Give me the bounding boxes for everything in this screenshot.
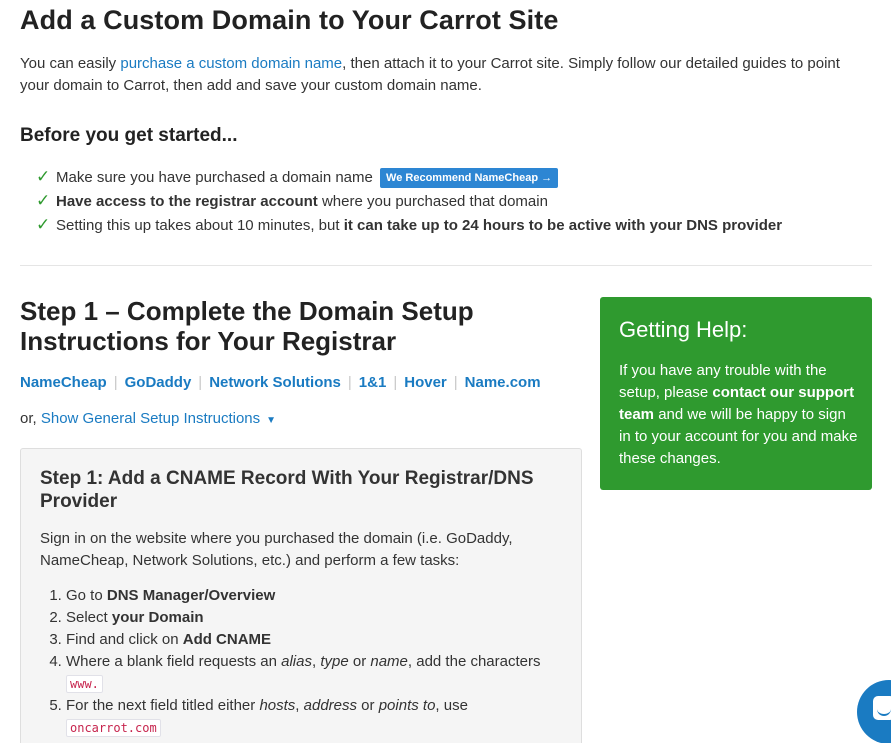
help-title: Getting Help:: [619, 317, 748, 342]
step-text-bold: Add CNAME: [182, 631, 272, 648]
chat-bubble-icon: [873, 696, 891, 720]
step-text: or: [357, 697, 379, 714]
code-oncarrot: oncarrot.com: [66, 719, 161, 737]
checklist-item: ✓ Make sure you have purchased a domain n…: [36, 165, 782, 189]
step1-title: Step 1 – Complete the Domain Setup Instr…: [20, 296, 474, 356]
intro-paragraph: You can easily purchase a custom domain …: [20, 53, 860, 97]
registrar-link-godaddy[interactable]: GoDaddy: [125, 374, 192, 391]
list-item: For the next field titled either hosts , …: [66, 695, 566, 739]
chat-launcher-button[interactable]: [857, 680, 891, 743]
step-text: For the next field titled either: [66, 697, 260, 714]
checklist-text: where you purchased that domain: [317, 193, 548, 210]
list-item: Where a blank field requests an alias, t…: [66, 651, 566, 695]
step-text-italic: name: [370, 653, 408, 670]
step-text-italic: points to: [378, 697, 436, 714]
step-text: ,: [295, 697, 304, 714]
check-icon: ✓: [36, 215, 51, 234]
step-text-bold: DNS Manager/Overview: [106, 587, 276, 604]
purchase-domain-link[interactable]: purchase a custom domain name: [120, 55, 342, 72]
list-item: Go to DNS Manager/Overview: [66, 585, 566, 607]
step-text-bold: your Domain: [111, 609, 204, 626]
step-text: or: [348, 653, 371, 670]
intro-text-pre: You can easily: [20, 55, 121, 72]
separator: |: [198, 374, 203, 391]
general-instructions-row: or, Show General Setup Instructions ▼: [20, 410, 276, 427]
card-title: Step 1: Add a CNAME Record With Your Reg…: [40, 468, 534, 512]
checklist-item: ✓ Have access to the registrar account wh…: [36, 189, 782, 213]
page: Add a Custom Domain to Your Carrot Site …: [0, 0, 891, 743]
recommend-namecheap-button[interactable]: We Recommend NameCheap →: [380, 168, 559, 188]
step-text: , add the characters: [407, 653, 541, 670]
registrar-link-namecom[interactable]: Name.com: [465, 374, 541, 391]
list-item: Find and click on Add CNAME: [66, 629, 566, 651]
chat-smile-icon: [877, 708, 891, 716]
show-general-instructions-link[interactable]: Show General Setup Instructions: [41, 410, 260, 427]
check-icon: ✓: [36, 167, 51, 186]
checklist-text-bold: it can take up to 24 hours to be active …: [343, 217, 783, 234]
registrar-links: NameCheap | GoDaddy | Network Solutions | 1&1 |…: [20, 374, 541, 391]
step-text: Go to: [66, 587, 107, 604]
code-www: www.: [66, 675, 103, 693]
step-text: Where a blank field requests an: [66, 653, 282, 670]
registrar-link-namecheap[interactable]: NameCheap: [20, 374, 107, 391]
before-checklist: ✓ Make sure you have purchased a domain n…: [36, 165, 782, 237]
separator: |: [347, 374, 352, 391]
card-intro: Sign in on the website where you purchas…: [40, 530, 513, 569]
section-divider: [20, 265, 872, 266]
cname-instructions-card: Step 1: Add a CNAME Record With Your Reg…: [20, 448, 582, 743]
checklist-text: Make sure you have purchased a domain na…: [56, 169, 373, 186]
separator: |: [393, 374, 398, 391]
or-text: or,: [20, 410, 41, 427]
checklist-item: ✓ Setting this up takes about 10 minutes,…: [36, 213, 782, 237]
check-icon: ✓: [36, 191, 51, 210]
caret-down-icon[interactable]: ▼: [266, 415, 276, 426]
getting-help-box: Getting Help: If you have any trouble wi…: [600, 297, 872, 490]
step-text-italic: address: [303, 697, 358, 714]
step-text: Select: [66, 609, 112, 626]
registrar-link-hover[interactable]: Hover: [404, 374, 447, 391]
checklist-text: Setting this up takes about 10 minutes, …: [56, 217, 344, 234]
list-item: Select your Domain: [66, 607, 566, 629]
step-text: , use: [435, 697, 468, 714]
step-text-italic: alias: [281, 653, 312, 670]
before-title: Before you get started...: [20, 125, 238, 146]
checklist-text-bold: Have access to the registrar account: [56, 193, 318, 210]
help-body: If you have any trouble with the setup, …: [619, 360, 859, 470]
page-title: Add a Custom Domain to Your Carrot Site: [20, 5, 559, 35]
step-text: Find and click on: [66, 631, 183, 648]
separator: |: [453, 374, 458, 391]
registrar-link-1and1[interactable]: 1&1: [359, 374, 387, 391]
separator: |: [113, 374, 118, 391]
step-text-italic: type: [320, 653, 349, 670]
cname-steps-list: Go to DNS Manager/Overview Select your D…: [40, 585, 566, 739]
help-text: and we will be happy to sign in to your …: [619, 406, 858, 467]
registrar-link-network-solutions[interactable]: Network Solutions: [209, 374, 341, 391]
step-text-italic: hosts: [259, 697, 296, 714]
